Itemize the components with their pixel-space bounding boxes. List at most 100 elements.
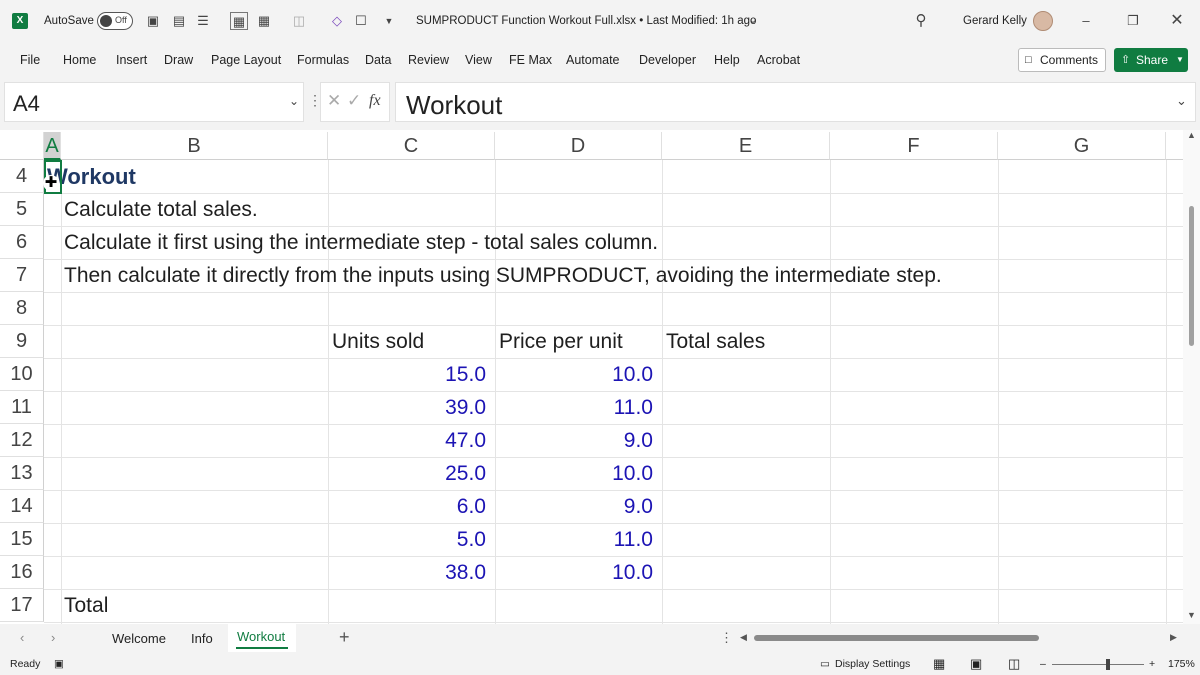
normal-view-icon[interactable]: ▦ <box>933 656 945 672</box>
column-header-d[interactable]: D <box>495 132 662 160</box>
row-header-8[interactable]: 8 <box>0 292 44 325</box>
comments-button[interactable]: □ Comments <box>1018 48 1106 72</box>
menu-review[interactable]: Review <box>408 53 449 67</box>
cell-c9-header[interactable]: Units sold <box>332 325 424 358</box>
display-settings-icon[interactable]: ▭ <box>820 658 830 670</box>
corner-select-all[interactable] <box>0 132 44 160</box>
cell-c13[interactable]: 25.0 <box>328 457 486 490</box>
zoom-out-icon[interactable]: – <box>1040 658 1046 670</box>
cell-d11[interactable]: 11.0 <box>495 391 653 424</box>
hscroll-left-icon[interactable]: ◀ <box>740 632 747 643</box>
column-header-b[interactable]: B <box>61 132 328 160</box>
cell-b17[interactable]: Total <box>64 589 108 622</box>
formula-input[interactable]: Workout ⌄ <box>395 82 1196 122</box>
cell-b7[interactable]: Then calculate it directly from the inpu… <box>64 259 942 292</box>
menu-file[interactable]: File <box>20 53 40 67</box>
scroll-up-icon[interactable]: ▲ <box>1187 130 1196 140</box>
menu-page-layout[interactable]: Page Layout <box>211 53 281 67</box>
row-header-17[interactable]: 17 <box>0 589 44 622</box>
column-header-c[interactable]: C <box>328 132 495 160</box>
row-header-9[interactable]: 9 <box>0 325 44 358</box>
enter-icon[interactable]: ✓ <box>347 91 361 111</box>
customize-toolbar-icon[interactable]: ▼ <box>380 12 398 30</box>
autosave-toggle[interactable]: Off <box>97 12 133 30</box>
cell-c16[interactable]: 38.0 <box>328 556 486 589</box>
cell-d16[interactable]: 10.0 <box>495 556 653 589</box>
row-header-11[interactable]: 11 <box>0 391 44 424</box>
cell-d15[interactable]: 11.0 <box>495 523 653 556</box>
next-sheet-icon[interactable]: › <box>51 630 55 645</box>
worksheet-grid[interactable]: A B C D E F G 4 5 6 7 8 9 10 11 12 13 14… <box>0 132 1183 624</box>
cell-d12[interactable]: 9.0 <box>495 424 653 457</box>
menu-automate[interactable]: Automate <box>566 53 620 67</box>
vertical-scrollbar[interactable]: ▲ ▼ <box>1183 130 1200 624</box>
name-box[interactable]: A4 ⌄ <box>4 82 304 122</box>
row-header-13[interactable]: 13 <box>0 457 44 490</box>
page-break-view-icon[interactable]: ◫ <box>1008 656 1020 672</box>
column-header-e[interactable]: E <box>662 132 830 160</box>
row-header-10[interactable]: 10 <box>0 358 44 391</box>
eraser-icon[interactable]: ◇ <box>328 12 346 30</box>
document-title[interactable]: SUMPRODUCT Function Workout Full.xlsx • … <box>416 15 756 27</box>
menu-formulas[interactable]: Formulas <box>297 53 349 67</box>
camera-icon[interactable]: ▣ <box>144 12 162 30</box>
search-icon[interactable]: ⚲ <box>912 12 930 30</box>
cell-c12[interactable]: 47.0 <box>328 424 486 457</box>
prev-sheet-icon[interactable]: ‹ <box>20 630 24 645</box>
scroll-down-icon[interactable]: ▼ <box>1187 610 1196 620</box>
expand-formula-chevron-icon[interactable]: ⌄ <box>1176 93 1187 109</box>
cell-c15[interactable]: 5.0 <box>328 523 486 556</box>
tab-info[interactable]: Info <box>191 631 213 646</box>
accessibility-icon[interactable]: ▣ <box>54 658 64 670</box>
row-header-14[interactable]: 14 <box>0 490 44 523</box>
cell-c14[interactable]: 6.0 <box>328 490 486 523</box>
insert-function-icon[interactable]: fx <box>369 92 381 110</box>
row-header-4[interactable]: 4 <box>0 160 44 193</box>
name-box-chevron-down-icon[interactable]: ⌄ <box>289 94 299 108</box>
cell-d13[interactable]: 10.0 <box>495 457 653 490</box>
zoom-level[interactable]: 175% <box>1168 658 1195 670</box>
zoom-in-icon[interactable]: + <box>1149 658 1155 670</box>
menu-insert[interactable]: Insert <box>116 53 147 67</box>
cell-d10[interactable]: 10.0 <box>495 358 653 391</box>
borders-icon[interactable]: ▦ <box>230 12 248 30</box>
page-layout-view-icon[interactable]: ▣ <box>970 656 982 672</box>
user-name[interactable]: Gerard Kelly <box>963 15 1027 27</box>
column-header-g[interactable]: G <box>998 132 1166 160</box>
menu-data[interactable]: Data <box>365 53 391 67</box>
avatar[interactable] <box>1033 11 1053 31</box>
column-header-f[interactable]: F <box>830 132 998 160</box>
minimize-icon[interactable]: – <box>1077 12 1095 30</box>
column-header-a[interactable]: A <box>44 132 61 160</box>
hscroll-right-icon[interactable]: ▶ <box>1170 632 1177 643</box>
menu-view[interactable]: View <box>465 53 492 67</box>
align-icon[interactable]: ☰ <box>194 12 212 30</box>
menu-home[interactable]: Home <box>63 53 96 67</box>
cell-d9-header[interactable]: Price per unit <box>499 325 623 358</box>
menu-developer[interactable]: Developer <box>639 53 696 67</box>
title-chevron-down-icon[interactable]: ⌄ <box>744 12 762 30</box>
close-icon[interactable]: ✕ <box>1168 12 1186 30</box>
hscroll-thumb[interactable] <box>754 635 1039 641</box>
tab-split-icon[interactable]: ⋮ <box>720 630 733 646</box>
cell-e9-header[interactable]: Total sales <box>666 325 765 358</box>
tab-welcome[interactable]: Welcome <box>112 631 166 646</box>
cell-b6[interactable]: Calculate it first using the intermediat… <box>64 226 658 259</box>
add-sheet-icon[interactable]: + <box>339 627 350 648</box>
menu-help[interactable]: Help <box>714 53 740 67</box>
horizontal-scrollbar[interactable]: ◀ ▶ <box>740 632 1184 644</box>
menu-fe-max[interactable]: FE Max <box>509 53 552 67</box>
row-header-16[interactable]: 16 <box>0 556 44 589</box>
zoom-slider[interactable] <box>1052 659 1144 670</box>
table-icon[interactable]: ▦ <box>255 12 273 30</box>
display-settings-label[interactable]: Display Settings <box>835 658 910 670</box>
cancel-icon[interactable]: ✕ <box>327 91 341 111</box>
cell-c11[interactable]: 39.0 <box>328 391 486 424</box>
share-button[interactable]: ⇧ Share ▼ <box>1114 48 1188 72</box>
shapes-icon[interactable]: ◫ <box>290 12 308 30</box>
row-header-6[interactable]: 6 <box>0 226 44 259</box>
tab-workout-active[interactable]: Workout <box>228 624 296 652</box>
scroll-thumb[interactable] <box>1189 206 1194 346</box>
cell-d14[interactable]: 9.0 <box>495 490 653 523</box>
menu-acrobat[interactable]: Acrobat <box>757 53 800 67</box>
